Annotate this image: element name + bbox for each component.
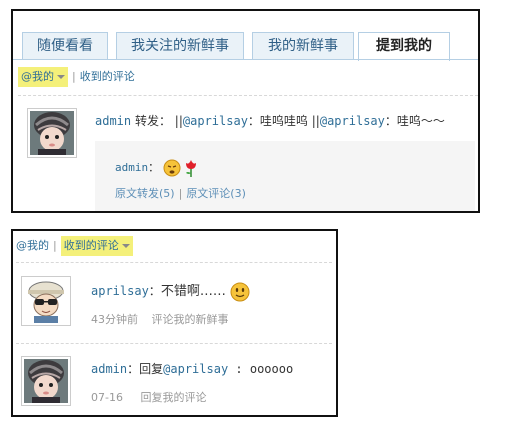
comment-author-link[interactable]: aprilsay xyxy=(91,284,149,298)
original-comment-link[interactable]: 原文评论(3) xyxy=(186,187,246,200)
filter-mentions-dropdown[interactable]: @我的 xyxy=(18,67,68,87)
filter-mentions-label: @我的 xyxy=(21,70,54,83)
tab-bar: 随便看看 我关注的新鲜事 我的新鲜事 提到我的 xyxy=(13,11,478,61)
comment-line: aprilsay：不错啊…… xyxy=(91,280,250,302)
filter-bar: @我的 | 收到的评论 xyxy=(16,235,133,257)
quoted-author-link[interactable]: admin xyxy=(115,161,148,174)
filter-comments-label: 收到的评论 xyxy=(63,239,119,252)
feed-separator: || xyxy=(174,114,183,128)
comment-colon: ： xyxy=(148,284,161,298)
smiley-emoji-icon xyxy=(230,282,250,301)
quoted-post-body: admin： xyxy=(115,158,198,178)
avatar[interactable] xyxy=(21,276,71,326)
feed-separator: || xyxy=(311,114,320,128)
rose-emoji-icon xyxy=(186,160,197,177)
divider xyxy=(16,262,332,263)
reply-prefix: 回复 xyxy=(139,362,164,376)
comment-colon: ： xyxy=(127,362,140,376)
quoted-post-meta: 原文转发(5) | 原文评论(3) xyxy=(115,185,246,201)
comment-mention-link[interactable]: @aprilsay xyxy=(163,362,228,376)
tab-mentions[interactable]: 提到我的 xyxy=(358,32,450,61)
sad-face-emoji-icon xyxy=(163,159,181,177)
feed-action: 转发： xyxy=(134,114,171,128)
filter-comments-dropdown[interactable]: 收到的评论 xyxy=(60,236,133,256)
divider xyxy=(18,95,478,96)
chevron-down-icon xyxy=(121,244,130,248)
avatar[interactable] xyxy=(21,356,71,406)
filter-bar: @我的 | 收到的评论 xyxy=(18,66,135,88)
comment-text: 不错啊…… xyxy=(160,284,226,299)
chevron-down-icon xyxy=(57,75,65,79)
feed-text-1: ：哇呜哇呜 xyxy=(247,114,308,128)
baby-avatar-image xyxy=(24,359,68,403)
tab-underline xyxy=(13,59,478,60)
divider xyxy=(16,343,332,344)
feed-mention-link[interactable]: @aprilsay xyxy=(183,114,248,128)
tab-my-feed[interactable]: 我的新鲜事 xyxy=(252,32,354,60)
filter-mentions-link[interactable]: @我的 xyxy=(16,239,49,252)
comment-line: admin：回复@aprilsay : oooooo xyxy=(91,360,293,377)
comment-meta: 43分钟前 评论我的新鲜事 xyxy=(91,311,229,327)
comments-panel: @我的|收到的评论 aprilsay：不错啊…… 43分钟前 评论我的新鲜事 xyxy=(11,229,338,417)
tab-following[interactable]: 我关注的新鲜事 xyxy=(116,32,244,60)
comment-text: : oooooo xyxy=(228,362,294,376)
feed-text-2: ：哇呜～～ xyxy=(384,114,445,128)
meta-separator: | xyxy=(178,187,183,200)
tab-browse[interactable]: 随便看看 xyxy=(22,32,108,60)
comment-context-link[interactable]: 评论我的新鲜事 xyxy=(152,313,229,326)
quoted-post: admin： 原文转发(5) | 原文评论(3) xyxy=(95,141,475,211)
filter-comments-link[interactable]: 收到的评论 xyxy=(80,70,135,83)
comment-time: 43分钟前 xyxy=(91,313,138,326)
comment-context-link[interactable]: 回复我的评论 xyxy=(140,391,206,404)
feed-mention-link[interactable]: @aprilsay xyxy=(320,114,385,128)
original-retweet-link[interactable]: 原文转发(5) xyxy=(115,187,175,200)
filter-separator: | xyxy=(53,239,57,252)
filter-separator: | xyxy=(72,70,76,83)
quoted-colon: ： xyxy=(148,161,160,174)
comment-meta: 07-16 回复我的评论 xyxy=(91,389,206,405)
feed-item-text: admin 转发： ||@aprilsay：哇呜哇呜 ||@aprilsay：哇… xyxy=(95,112,445,129)
avatar[interactable] xyxy=(27,108,77,158)
mentions-panel: 随便看看 我关注的新鲜事 我的新鲜事 提到我的 @我的 | 收到的评论 admin … xyxy=(11,9,480,213)
comment-author-link[interactable]: admin xyxy=(91,362,127,376)
comment-time: 07-16 xyxy=(91,391,123,404)
feed-author-link[interactable]: admin xyxy=(95,114,131,128)
baby-avatar-image xyxy=(30,111,74,155)
cartoon-avatar-image xyxy=(24,279,68,323)
